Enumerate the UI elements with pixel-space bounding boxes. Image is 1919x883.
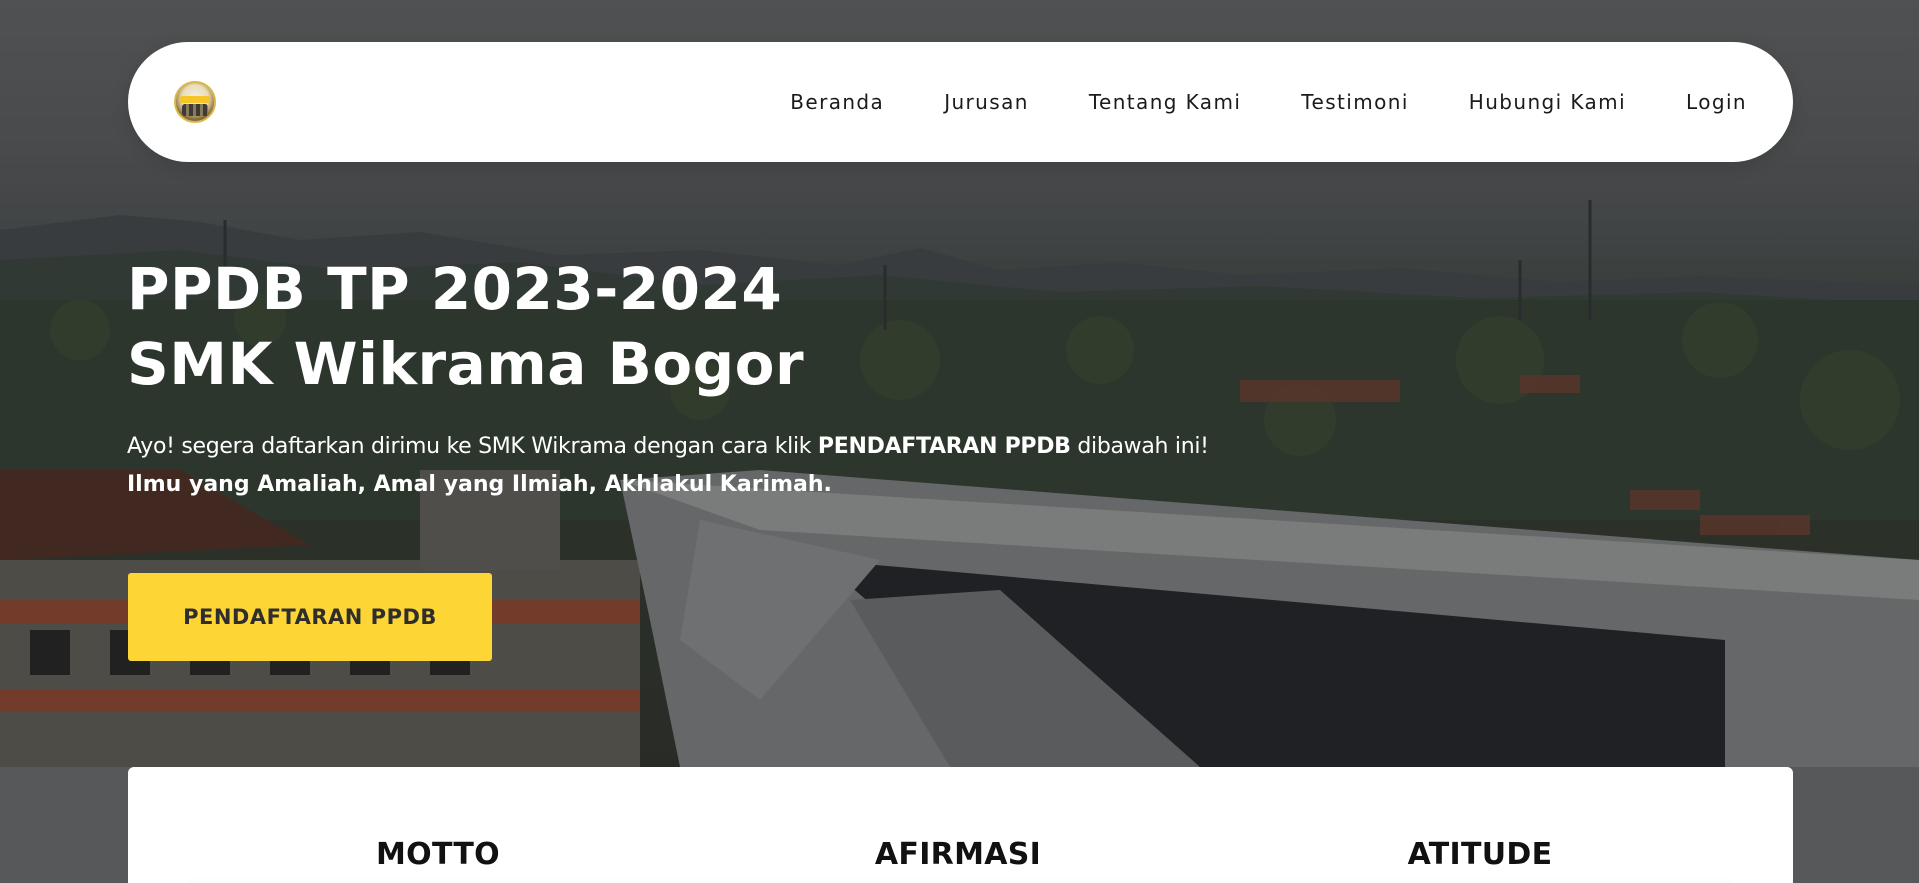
values-card: MOTTO AFIRMASI ATITUDE — [128, 767, 1793, 883]
hero-title-line1: PPDB TP 2023-2024 — [127, 255, 783, 323]
nav-link-tentang-kami[interactable]: Tentang Kami — [1089, 90, 1241, 114]
nav-link-hubungi-kami[interactable]: Hubungi Kami — [1469, 90, 1626, 114]
hero-title: PPDB TP 2023-2024 SMK Wikrama Bogor — [127, 252, 804, 402]
nav-link-testimoni[interactable]: Testimoni — [1301, 90, 1409, 114]
school-logo[interactable] — [174, 81, 216, 123]
hero-description: Ayo! segera daftarkan dirimu ke SMK Wikr… — [127, 428, 1209, 504]
desc-bold: PENDAFTARAN PPDB — [817, 434, 1071, 459]
nav-link-beranda[interactable]: Beranda — [790, 90, 884, 114]
nav-link-login[interactable]: Login — [1686, 90, 1747, 114]
desc-suffix: dibawah ini! — [1070, 434, 1209, 459]
card-heading-afirmasi: AFIRMASI — [874, 837, 1042, 872]
nav-links: Beranda Jurusan Tentang Kami Testimoni H… — [790, 90, 1747, 114]
logo-band — [180, 96, 210, 103]
nav-link-jurusan[interactable]: Jurusan — [944, 90, 1029, 114]
hero-title-line2: SMK Wikrama Bogor — [127, 330, 805, 398]
card-inner-shade — [188, 877, 1733, 883]
hero-description-line: Ayo! segera daftarkan dirimu ke SMK Wikr… — [127, 428, 1209, 466]
pendaftaran-ppdb-button[interactable]: PENDAFTARAN PPDB — [128, 573, 492, 661]
desc-prefix: Ayo! segera daftarkan dirimu ke SMK Wikr… — [127, 434, 818, 459]
card-heading-motto: MOTTO — [376, 837, 500, 872]
navbar: Beranda Jurusan Tentang Kami Testimoni H… — [128, 42, 1793, 162]
card-heading-atitude: ATITUDE — [1407, 837, 1553, 872]
hero-tagline: Ilmu yang Amaliah, Amal yang Ilmiah, Akh… — [127, 472, 832, 497]
logo-figures — [182, 104, 208, 116]
